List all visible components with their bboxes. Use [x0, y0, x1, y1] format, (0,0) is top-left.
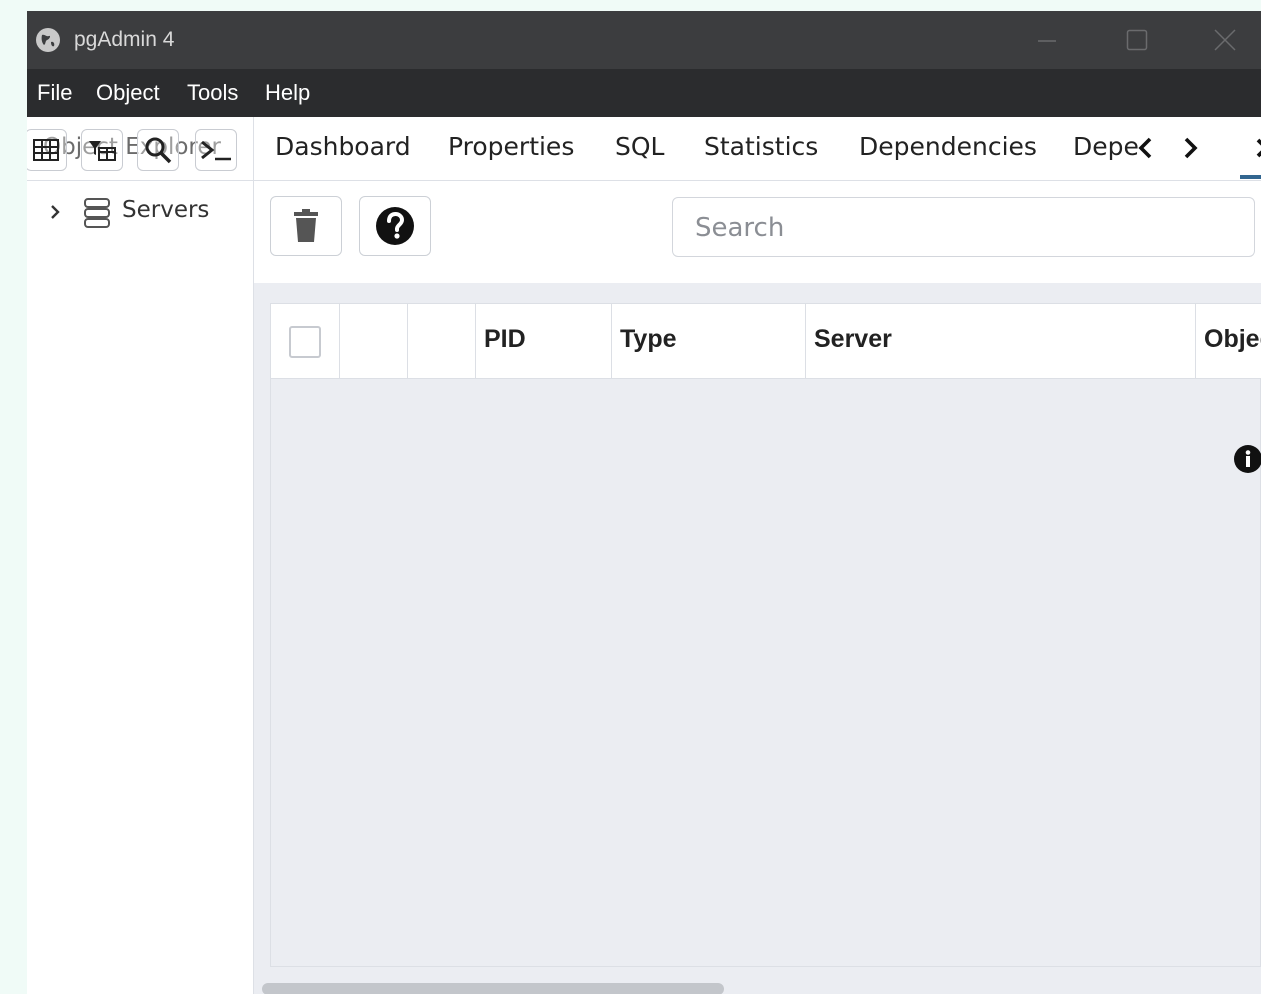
trash-icon	[294, 209, 318, 242]
column-label-type: Type	[620, 325, 677, 353]
close-icon	[1214, 29, 1236, 51]
close-tab-icon[interactable]	[1255, 135, 1261, 161]
tab-properties[interactable]: Properties	[448, 132, 574, 161]
question-circle-icon	[376, 207, 414, 245]
search-objects-button[interactable]	[137, 129, 179, 171]
explorer-header: Object Explorer	[27, 117, 253, 181]
object-explorer-panel: Object Explorer Servers	[27, 117, 254, 994]
query-tool-button[interactable]	[27, 129, 67, 171]
window-title: pgAdmin 4	[74, 28, 175, 51]
terminal-icon	[201, 140, 231, 161]
column-header-server[interactable]: Server	[806, 304, 1196, 378]
dashboard-toolbar: Search	[254, 181, 1261, 283]
menu-file[interactable]: File	[37, 80, 72, 106]
pgadmin-window: pgAdmin 4 File Object Tools Help Object …	[27, 11, 1261, 994]
header-blank-1	[340, 304, 408, 378]
chevron-right-icon[interactable]	[47, 201, 63, 223]
column-label-pid: PID	[484, 325, 526, 353]
table-grid-icon	[33, 139, 59, 161]
column-label-object: Object	[1204, 325, 1261, 353]
column-label-server: Server	[814, 325, 892, 353]
menu-object[interactable]: Object	[96, 80, 160, 106]
menu-bar: File Object Tools Help	[27, 69, 1261, 117]
active-tab-indicator	[1240, 175, 1261, 179]
search-input[interactable]: Search	[672, 197, 1255, 257]
tree-item-servers[interactable]: Servers	[27, 191, 253, 235]
menu-tools[interactable]: Tools	[187, 80, 238, 106]
menu-help[interactable]: Help	[265, 80, 310, 106]
select-all-checkbox[interactable]	[289, 326, 321, 358]
tab-sql[interactable]: SQL	[615, 132, 664, 161]
header-blank-2	[408, 304, 476, 378]
tab-statistics[interactable]: Statistics	[704, 132, 818, 161]
minimize-icon	[1038, 40, 1056, 42]
title-bar: pgAdmin 4	[27, 11, 1261, 69]
globe-icon	[36, 28, 60, 52]
view-data-filter-button[interactable]	[81, 129, 123, 171]
column-header-object[interactable]: Object	[1196, 304, 1261, 378]
psql-tool-button[interactable]	[195, 129, 237, 171]
terminate-session-button[interactable]	[270, 196, 342, 256]
tree-item-label: Servers	[122, 197, 210, 223]
tab-dependents[interactable]: Dependents	[1073, 132, 1139, 161]
minimize-button[interactable]	[1017, 19, 1077, 61]
scrollbar-thumb[interactable]	[262, 983, 724, 994]
tab-dashboard[interactable]: Dashboard	[275, 132, 411, 161]
tab-dependents-clip: Dependents	[1067, 117, 1139, 180]
grid-header: PID Type Server Object	[271, 304, 1261, 379]
column-header-type[interactable]: Type	[612, 304, 806, 378]
filter-table-icon	[89, 141, 116, 161]
info-icon	[1234, 445, 1261, 473]
maximize-icon	[1126, 29, 1148, 51]
server-group-icon	[84, 198, 110, 228]
chevron-left-icon[interactable]	[1135, 135, 1157, 161]
tab-bar: Dashboard Properties SQL Statistics Depe…	[254, 117, 1261, 181]
search-icon	[145, 137, 172, 164]
close-window-button[interactable]	[1195, 19, 1255, 61]
horizontal-scrollbar[interactable]	[254, 979, 1261, 994]
main-panel: Dashboard Properties SQL Statistics Depe…	[254, 117, 1261, 994]
maximize-button[interactable]	[1107, 19, 1167, 61]
select-all-cell	[271, 304, 340, 378]
help-button[interactable]	[359, 196, 431, 256]
chevron-right-icon[interactable]	[1179, 135, 1201, 161]
sessions-grid: PID Type Server Object	[270, 303, 1261, 967]
tab-dependencies[interactable]: Dependencies	[859, 132, 1037, 161]
column-header-pid[interactable]: PID	[476, 304, 612, 378]
